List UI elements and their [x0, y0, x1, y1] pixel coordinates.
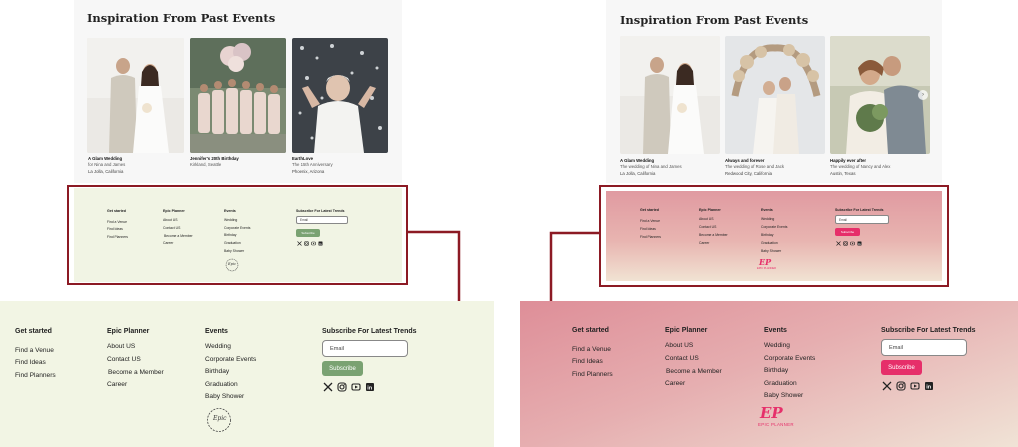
footer-heading: Epic Planner	[665, 327, 708, 334]
social-icons: in	[323, 382, 375, 392]
youtube-icon[interactable]	[351, 382, 361, 392]
epic-planner-logo-text: EPIC PLANNER	[758, 422, 794, 427]
email-field[interactable]: Email	[881, 339, 967, 356]
subscribe-button[interactable]: Subscribe	[881, 360, 922, 375]
subscribe-heading: Subscribe For Latest Trends	[322, 328, 417, 335]
footer-link-graduation[interactable]: Graduation	[764, 380, 797, 387]
footer-link-birthday[interactable]: Birthday	[205, 368, 229, 375]
footer-link-about[interactable]: About US	[107, 343, 135, 350]
subscribe-button[interactable]: Subscribe	[322, 361, 363, 376]
footer-link-baby-shower[interactable]: Baby Shower	[205, 393, 244, 400]
social-icons: in	[882, 381, 934, 391]
footer-link-member[interactable]: Become a Member	[666, 368, 722, 375]
x-twitter-icon[interactable]	[323, 382, 333, 392]
footer-heading: Get started	[572, 327, 609, 334]
footer-link-wedding[interactable]: Wedding	[764, 342, 790, 349]
instagram-icon[interactable]	[337, 382, 347, 392]
svg-text:in: in	[926, 385, 932, 391]
email-field[interactable]: Email	[322, 340, 408, 357]
footer-heading: Events	[205, 328, 228, 335]
footer-green: Get started Find a Venue Find Ideas Find…	[0, 301, 494, 447]
footer-link-career[interactable]: Career	[665, 380, 685, 387]
logo-text: Epic	[213, 415, 227, 422]
instagram-icon[interactable]	[896, 381, 906, 391]
footer-link-find-venue[interactable]: Find a Venue	[15, 347, 54, 354]
footer-heading: Get started	[15, 328, 52, 335]
x-twitter-icon[interactable]	[882, 381, 892, 391]
footer-heading: Epic Planner	[107, 328, 150, 335]
youtube-icon[interactable]	[910, 381, 920, 391]
svg-text:in: in	[367, 386, 373, 392]
footer-link-career[interactable]: Career	[107, 381, 127, 388]
footer-link-graduation[interactable]: Graduation	[205, 381, 238, 388]
footer-link-find-ideas[interactable]: Find Ideas	[15, 359, 46, 366]
footer-link-about[interactable]: About US	[665, 342, 693, 349]
footer-link-find-ideas[interactable]: Find Ideas	[572, 358, 603, 365]
footer-link-baby-shower[interactable]: Baby Shower	[764, 392, 803, 399]
footer-link-find-planners[interactable]: Find Planners	[572, 371, 613, 378]
footer-link-wedding[interactable]: Wedding	[205, 343, 231, 350]
epic-planner-logo-mark[interactable]: EP	[760, 404, 783, 422]
linkedin-icon[interactable]: in	[365, 382, 375, 392]
footer-link-contact[interactable]: Contact US	[107, 356, 141, 363]
footer-link-corporate[interactable]: Corporate Events	[764, 355, 815, 362]
subscribe-heading: Subscribe For Latest Trends	[881, 327, 976, 334]
footer-link-corporate[interactable]: Corporate Events	[205, 356, 256, 363]
linkedin-icon[interactable]: in	[924, 381, 934, 391]
footer-link-find-planners[interactable]: Find Planners	[15, 372, 56, 379]
footer-pink: Get started Find a Venue Find Ideas Find…	[520, 301, 1018, 447]
footer-heading: Events	[764, 327, 787, 334]
footer-link-birthday[interactable]: Birthday	[764, 367, 788, 374]
footer-link-find-venue[interactable]: Find a Venue	[572, 346, 611, 353]
footer-link-contact[interactable]: Contact US	[665, 355, 699, 362]
footer-link-member[interactable]: Become a Member	[108, 369, 164, 376]
